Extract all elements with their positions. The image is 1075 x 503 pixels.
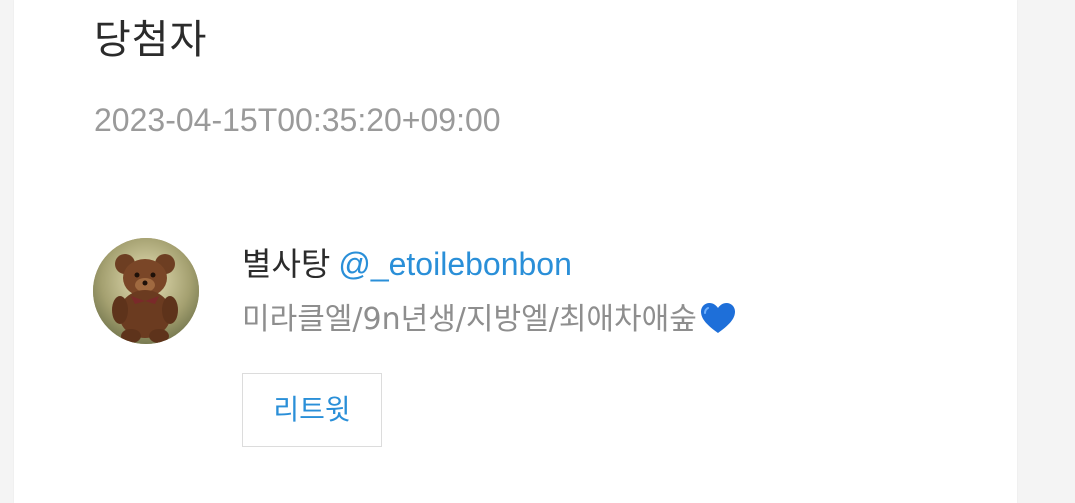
teddy-bear-avatar-image [93, 238, 199, 344]
avatar[interactable] [93, 238, 199, 344]
winner-card: 당첨자 2023-04-15T00:35:20+09:00 별사탕 @_etoi… [14, 0, 1017, 503]
page-title: 당첨자 [94, 17, 208, 63]
user-display-name[interactable]: 별사탕 [242, 245, 330, 283]
timestamp: 2023-04-15T00:35:20+09:00 [94, 102, 501, 138]
user-handle-link[interactable]: @_etoilebonbon [338, 246, 572, 282]
user-bio-text: 미라클엘/9n년생/지방엘/최애차애숲 [242, 302, 697, 337]
user-bio: 미라클엘/9n년생/지방엘/최애차애숲 [242, 298, 737, 348]
retweet-button[interactable]: 리트윗 [242, 373, 382, 447]
blue-heart-icon [699, 301, 737, 348]
user-line: 별사탕 @_etoilebonbon [242, 242, 572, 286]
